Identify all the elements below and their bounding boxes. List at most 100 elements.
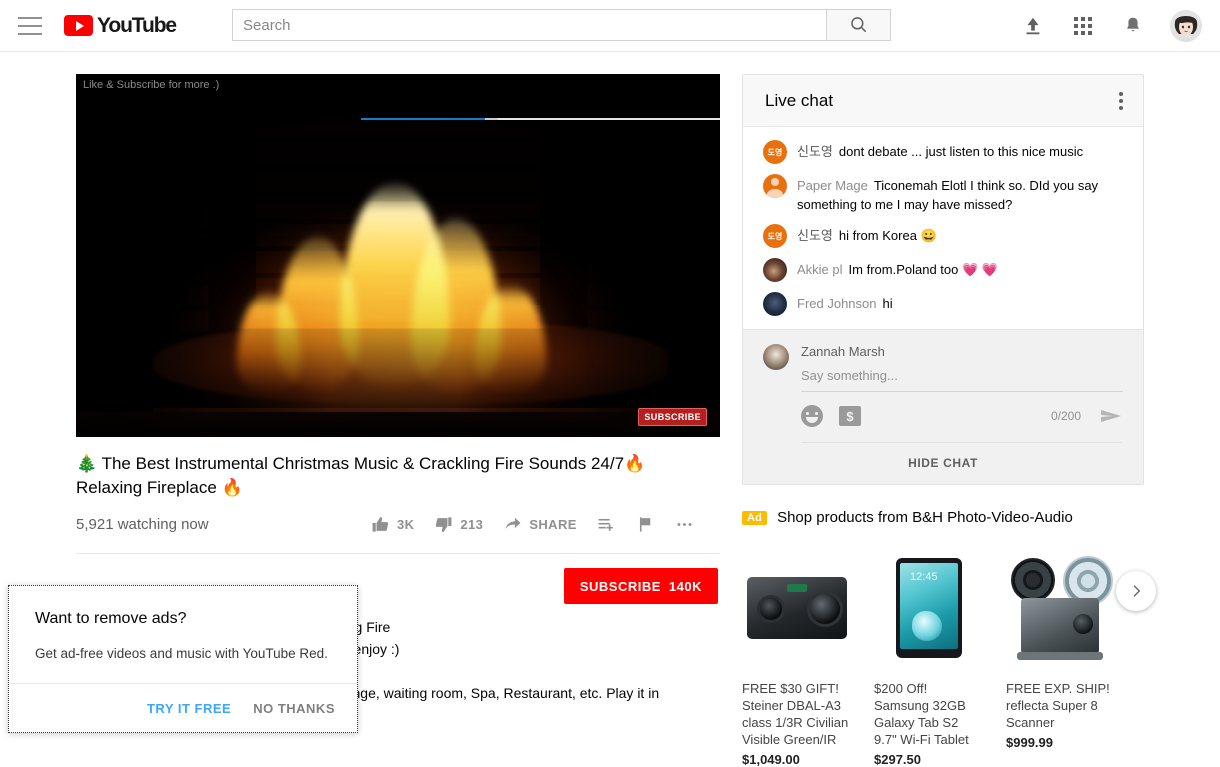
- tablet-art: 12:45: [896, 558, 962, 658]
- ad-product-name: FREE EXP. SHIP! reflecta Super 8 Scanner: [1006, 681, 1110, 730]
- subscriber-count: 140K: [668, 578, 702, 594]
- composer-avatar: [763, 344, 789, 370]
- chat-author[interactable]: 신도영: [797, 144, 833, 159]
- flag-icon: [639, 516, 651, 532]
- chat-author[interactable]: 신도영: [797, 228, 833, 243]
- share-button[interactable]: SHARE: [493, 515, 587, 534]
- ad-carousel-next-button[interactable]: [1116, 571, 1156, 611]
- ad-headline[interactable]: Shop products from B&H Photo-Video-Audio: [777, 509, 1073, 526]
- bell-icon: [1127, 17, 1139, 32]
- chat-avatar[interactable]: [763, 292, 787, 316]
- notifications-button[interactable]: [1120, 13, 1146, 39]
- chat-avatar[interactable]: [763, 174, 787, 198]
- ad-product-list: FREE $30 GIFT! Steiner DBAL-A3 class 1/3…: [742, 544, 1144, 767]
- page-body: Like & Subscribe for more .) SUBSCRIBE 🎄…: [0, 52, 1220, 767]
- player-subscribe-watermark[interactable]: SUBSCRIBE: [638, 408, 707, 426]
- composer-user-name: Zannah Marsh: [801, 344, 885, 359]
- more-actions-button[interactable]: [665, 515, 704, 534]
- chat-avatar[interactable]: [763, 258, 787, 282]
- remove-ads-promo-dialog[interactable]: Want to remove ads? Get ad-free videos a…: [8, 585, 358, 733]
- add-to-playlist-icon: [598, 518, 613, 531]
- emoji-picker-icon[interactable]: [801, 405, 823, 427]
- chat-avatar[interactable]: 도영: [763, 140, 787, 164]
- ad-product-card[interactable]: 12:45 $200 Off! Samsung 32GB Galaxy Tab …: [874, 544, 984, 767]
- chat-message-body: Paper Mage Ticonemah Elotl I think so. DI…: [797, 174, 1129, 214]
- no-thanks-button[interactable]: NO THANKS: [253, 701, 335, 716]
- ad-product-image: [742, 544, 852, 672]
- search-area: [232, 9, 891, 41]
- fireplace-video-frame: [76, 74, 720, 437]
- header-icons: [1020, 0, 1202, 52]
- dislike-ratio-fill: [485, 118, 498, 120]
- ad-badge: Ad: [742, 510, 768, 525]
- hamburger-menu-icon[interactable]: [18, 16, 42, 35]
- ad-product-price: $999.99: [1006, 735, 1053, 750]
- watching-count: 5,921 watching now: [76, 515, 209, 533]
- avatar: [1170, 10, 1202, 42]
- chat-author[interactable]: Fred Johnson: [797, 296, 877, 311]
- video-player[interactable]: Like & Subscribe for more .) SUBSCRIBE: [76, 74, 720, 437]
- search-input[interactable]: [232, 9, 827, 41]
- promo-actions: TRY IT FREE NO THANKS: [9, 684, 357, 732]
- ad-product-card[interactable]: FREE EXP. SHIP! reflecta Super 8 Scanner…: [1006, 544, 1116, 767]
- like-button[interactable]: 3K: [361, 515, 424, 534]
- youtube-wordmark: YouTube: [97, 13, 177, 37]
- chat-message-body: 신도영 dont debate ... just listen to this n…: [797, 140, 1083, 161]
- shopping-ads-section: Ad Shop products from B&H Photo-Video-Au…: [742, 509, 1156, 767]
- chat-author[interactable]: Akkie pl: [797, 262, 843, 277]
- video-title: 🎄 The Best Instrumental Christmas Music …: [76, 454, 646, 497]
- chat-text: hi from Korea 😀: [838, 228, 937, 243]
- share-label: SHARE: [529, 516, 577, 532]
- send-icon: [1101, 410, 1121, 422]
- save-to-playlist-button[interactable]: [587, 515, 626, 534]
- more-actions-icon: [677, 522, 692, 526]
- account-avatar[interactable]: [1170, 10, 1202, 42]
- chat-text: dont debate ... just listen to this nice…: [838, 144, 1084, 159]
- like-count: 3K: [397, 516, 415, 532]
- subscribe-button[interactable]: SUBSCRIBE 140K: [563, 568, 718, 604]
- live-chat-panel: Live chat 도영 신도영 dont debate ... just lis…: [742, 74, 1144, 485]
- hide-chat-button[interactable]: HIDE CHAT: [763, 443, 1123, 484]
- ad-product-price: $297.50: [874, 752, 921, 767]
- tablet-screen-time: 12:45: [910, 571, 938, 583]
- dislike-button[interactable]: 213: [424, 515, 493, 534]
- promo-title: Want to remove ads?: [35, 610, 187, 627]
- player-overlay-text: Like & Subscribe for more .): [83, 79, 220, 91]
- youtube-logo[interactable]: YouTube: [64, 13, 177, 38]
- share-arrow-icon: [505, 517, 521, 529]
- chat-overflow-menu-icon[interactable]: [1113, 86, 1129, 116]
- laser-device-art: [747, 577, 847, 639]
- search-icon: [850, 17, 866, 33]
- chat-message-body: 신도영 hi from Korea 😀: [797, 224, 937, 245]
- chat-text: Im from.Poland too 💗 💗: [848, 262, 998, 277]
- like-ratio-fill: [361, 118, 485, 120]
- ad-product-image: 12:45: [874, 544, 984, 672]
- chat-composer: Zannah Marsh $ 0/200: [743, 329, 1143, 484]
- try-it-free-button[interactable]: TRY IT FREE: [147, 701, 231, 716]
- report-button[interactable]: [626, 515, 665, 534]
- send-message-button[interactable]: [1099, 404, 1123, 428]
- chat-message: 도영 신도영 hi from Korea 😀: [763, 219, 1129, 253]
- promo-subtitle: Get ad-free videos and music with YouTub…: [35, 646, 328, 661]
- chat-text: hi: [882, 296, 893, 311]
- search-button[interactable]: [827, 9, 891, 41]
- chat-message: Fred Johnson hi: [763, 287, 1129, 321]
- ad-product-name: FREE $30 GIFT! Steiner DBAL-A3 class 1/3…: [742, 681, 849, 747]
- apps-grid-icon: [1074, 17, 1092, 35]
- thumbs-up-icon: [372, 516, 389, 532]
- chat-message-body: Fred Johnson hi: [797, 292, 893, 313]
- chat-message: Akkie pl Im from.Poland too 💗 💗: [763, 253, 1129, 287]
- chat-author[interactable]: Paper Mage: [797, 178, 868, 193]
- chat-avatar[interactable]: 도영: [763, 224, 787, 248]
- upload-button[interactable]: [1020, 13, 1046, 39]
- chat-message-input[interactable]: [801, 368, 1123, 392]
- apps-button[interactable]: [1070, 13, 1096, 39]
- super-chat-dollar-icon[interactable]: $: [839, 406, 861, 426]
- ad-product-image: [1006, 544, 1116, 672]
- ad-product-card[interactable]: FREE $30 GIFT! Steiner DBAL-A3 class 1/3…: [742, 544, 852, 767]
- carousel-next-icon: [1133, 585, 1141, 597]
- chat-message-body: Akkie pl Im from.Poland too 💗 💗: [797, 258, 998, 279]
- char-counter: 0/200: [1050, 409, 1081, 423]
- play-icon: [64, 15, 93, 36]
- composer-tools: $ 0/200: [801, 404, 1123, 443]
